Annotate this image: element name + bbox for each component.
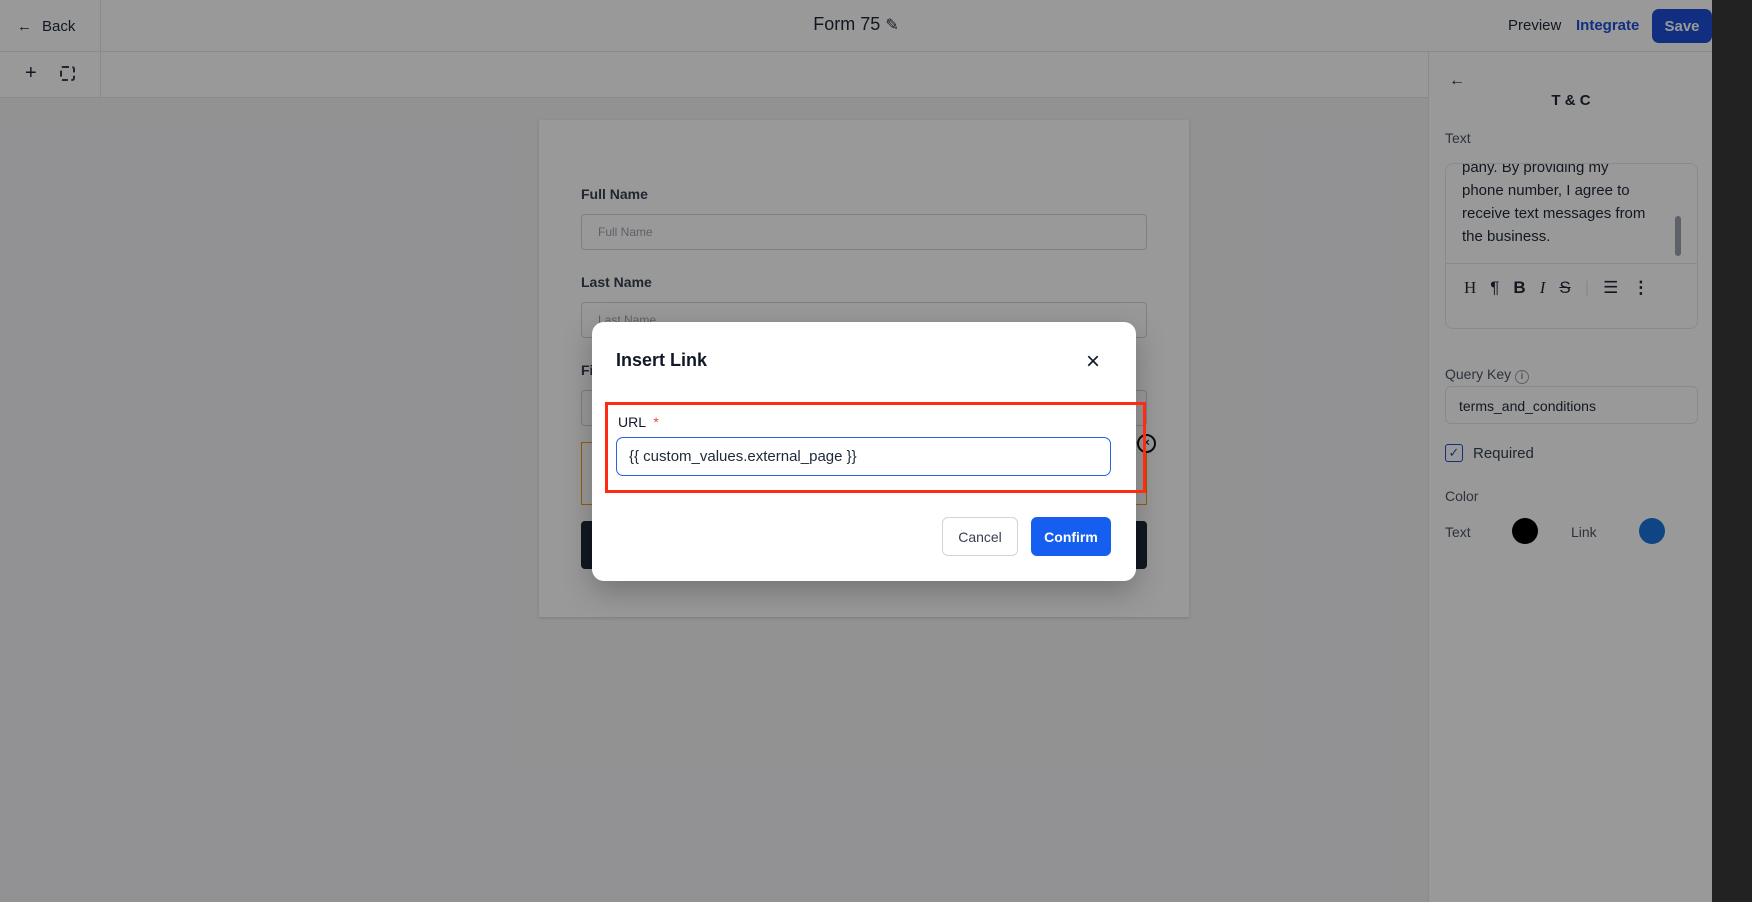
insert-link-dialog: Insert Link × URL * {{ custom_values.ext…	[592, 322, 1146, 581]
required-asterisk: *	[653, 414, 659, 430]
url-input[interactable]: {{ custom_values.external_page }}	[616, 437, 1111, 476]
url-label-text: URL	[618, 414, 646, 430]
confirm-button[interactable]: Confirm	[1031, 517, 1111, 556]
dialog-title: Insert Link	[616, 350, 708, 370]
cancel-button[interactable]: Cancel	[942, 517, 1018, 556]
close-icon[interactable]: ×	[1086, 348, 1100, 376]
url-label: URL *	[618, 414, 659, 430]
